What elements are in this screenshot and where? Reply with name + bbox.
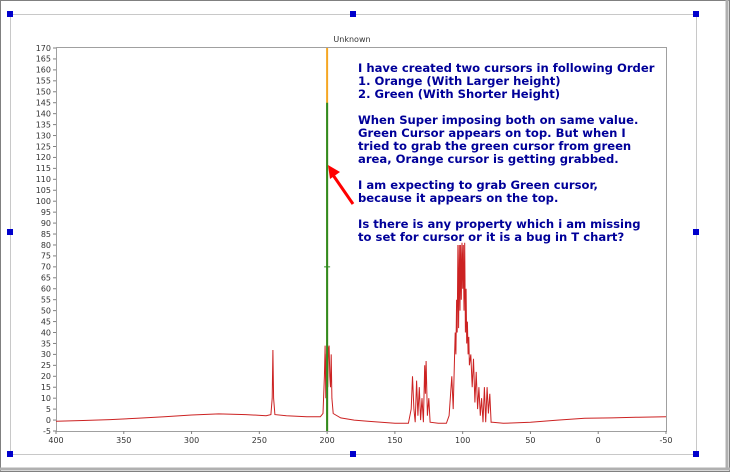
y-tick-label: 80 bbox=[41, 241, 51, 250]
y-tick-label: 120 bbox=[36, 153, 51, 162]
x-tick-label: 400 bbox=[48, 436, 63, 445]
y-tick-label: 155 bbox=[36, 77, 51, 86]
y-tick-label: 55 bbox=[41, 295, 51, 304]
chart-title: Unknown bbox=[333, 35, 371, 44]
small-square-handle-icon[interactable] bbox=[7, 229, 13, 235]
x-tick-label: 300 bbox=[184, 436, 199, 445]
y-tick-label: 40 bbox=[41, 328, 51, 337]
y-tick-label: 20 bbox=[41, 372, 51, 381]
y-tick-label: 10 bbox=[41, 394, 51, 403]
y-tick-label: 5 bbox=[46, 405, 51, 414]
y-tick-label: 135 bbox=[36, 120, 51, 129]
y-tick-label: 125 bbox=[36, 142, 51, 151]
y-tick-label: -5 bbox=[43, 427, 51, 436]
y-tick-label: 15 bbox=[41, 383, 51, 392]
small-square-handle-icon[interactable] bbox=[350, 11, 356, 17]
small-square-handle-icon[interactable] bbox=[693, 11, 699, 17]
small-square-handle-icon[interactable] bbox=[693, 451, 699, 457]
y-tick-label: 115 bbox=[36, 164, 51, 173]
x-tick-label: 200 bbox=[319, 436, 334, 445]
x-tick-label: 50 bbox=[525, 436, 535, 445]
x-tick-label: 0 bbox=[596, 436, 601, 445]
y-tick-label: 110 bbox=[36, 175, 51, 184]
annotation-line: to set for cursor or it is a bug in T ch… bbox=[358, 230, 625, 244]
y-tick-label: 165 bbox=[36, 55, 51, 64]
x-tick-label: 100 bbox=[455, 436, 470, 445]
y-tick-label: 145 bbox=[36, 99, 51, 108]
annotation-line: because it appears on the top. bbox=[358, 191, 559, 205]
y-tick-label: 25 bbox=[41, 361, 51, 370]
x-tick-label: -50 bbox=[659, 436, 672, 445]
annotation-line: area, Orange cursor is getting grabbed. bbox=[358, 152, 619, 166]
y-tick-label: 0 bbox=[46, 416, 51, 425]
y-tick-label: 130 bbox=[36, 131, 51, 140]
y-tick-label: 50 bbox=[41, 306, 51, 315]
y-tick-label: 170 bbox=[36, 44, 51, 53]
small-square-handle-icon[interactable] bbox=[7, 451, 13, 457]
y-tick-label: 95 bbox=[41, 208, 51, 217]
x-tick-label: 250 bbox=[252, 436, 267, 445]
y-tick-label: 105 bbox=[36, 186, 51, 195]
y-tick-label: 70 bbox=[41, 263, 51, 272]
y-tick-label: 30 bbox=[41, 350, 51, 359]
y-tick-label: 35 bbox=[41, 339, 51, 348]
y-tick-label: 65 bbox=[41, 274, 51, 283]
y-tick-label: 90 bbox=[41, 219, 51, 228]
y-tick-label: 45 bbox=[41, 317, 51, 326]
x-tick-label: 350 bbox=[116, 436, 131, 445]
y-tick-label: 75 bbox=[41, 252, 51, 261]
y-tick-label: 85 bbox=[41, 230, 51, 239]
small-square-handle-icon[interactable] bbox=[693, 229, 699, 235]
x-tick-label: 150 bbox=[387, 436, 402, 445]
annotation-line: 2. Green (With Shorter Height) bbox=[358, 87, 561, 101]
small-square-handle-icon[interactable] bbox=[7, 11, 13, 17]
y-tick-label: 140 bbox=[36, 109, 51, 118]
y-tick-label: 150 bbox=[36, 88, 51, 97]
y-tick-label: 60 bbox=[41, 285, 51, 294]
y-tick-label: 100 bbox=[36, 197, 51, 206]
small-square-handle-icon[interactable] bbox=[350, 451, 356, 457]
y-tick-label: 160 bbox=[36, 66, 51, 75]
